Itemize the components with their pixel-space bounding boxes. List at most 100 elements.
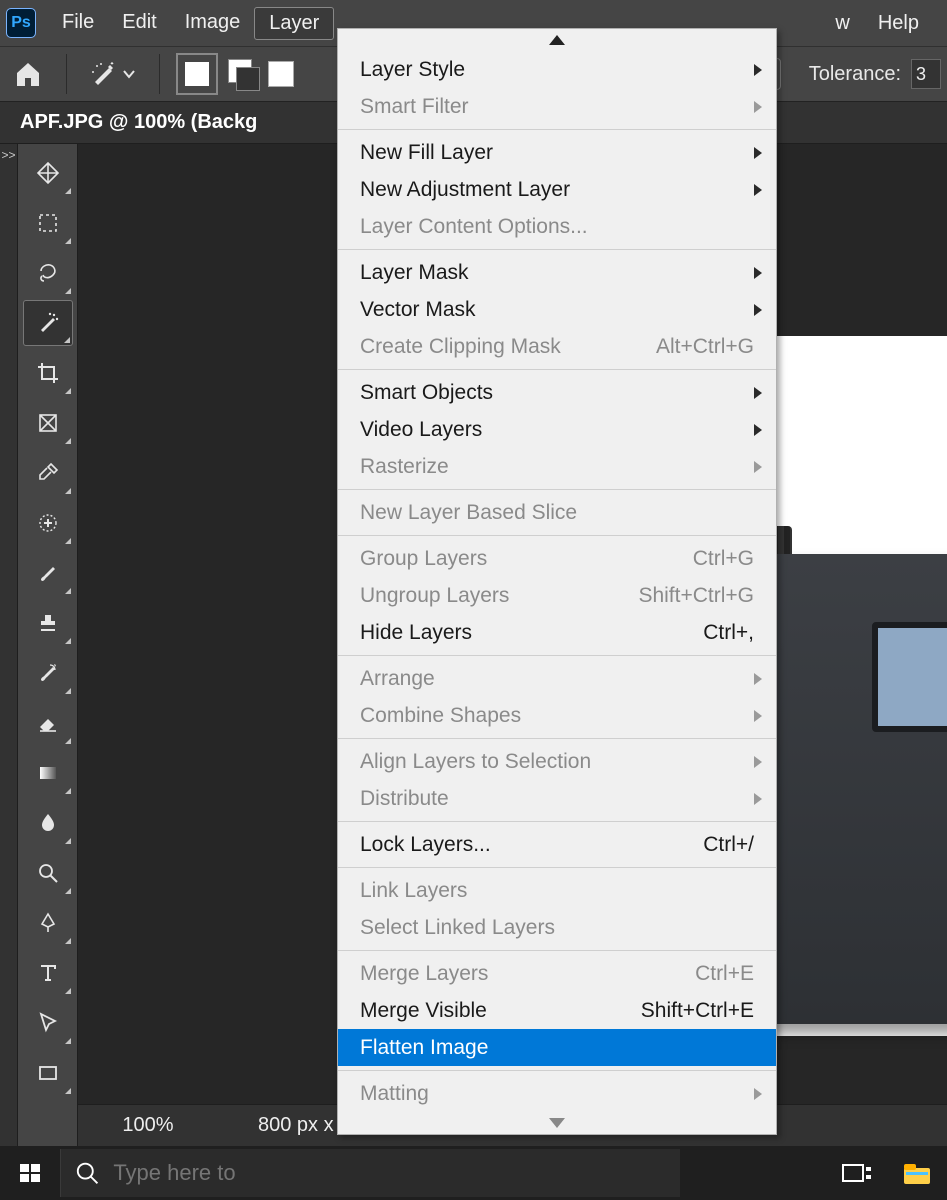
menu-item-smart-objects[interactable]: Smart Objects xyxy=(338,374,776,411)
start-button[interactable] xyxy=(0,1146,60,1200)
zoom-readout[interactable]: 100% xyxy=(78,1114,218,1137)
path-select-tool[interactable] xyxy=(23,1000,73,1046)
menu-item-layer-mask[interactable]: Layer Mask xyxy=(338,254,776,291)
menu-file[interactable]: File xyxy=(48,7,108,40)
menu-shortcut: Ctrl+E xyxy=(695,962,754,986)
menu-item-merge-visible[interactable]: Merge Visible Shift+Ctrl+E xyxy=(338,992,776,1029)
submenu-arrow-icon xyxy=(754,461,762,473)
eyedropper-tool[interactable] xyxy=(23,450,73,496)
menu-item-vector-mask[interactable]: Vector Mask xyxy=(338,291,776,328)
menu-shortcut: Ctrl+/ xyxy=(703,833,754,857)
move-tool[interactable] xyxy=(23,150,73,196)
task-view-button[interactable] xyxy=(827,1146,887,1200)
menu-image[interactable]: Image xyxy=(171,7,255,40)
menu-separator xyxy=(338,129,776,130)
crop-tool[interactable] xyxy=(23,350,73,396)
menu-item-label: Link Layers xyxy=(360,879,467,903)
expand-icon: >> xyxy=(1,148,15,162)
layer-menu-dropdown: Layer Style Smart Filter New Fill Layer New… xyxy=(337,28,777,1135)
submenu-arrow-icon xyxy=(754,756,762,768)
taskbar-search[interactable] xyxy=(60,1149,680,1197)
menu-item-label: Flatten Image xyxy=(360,1036,488,1060)
submenu-arrow-icon xyxy=(754,101,762,113)
menu-layer[interactable]: Layer xyxy=(254,7,334,40)
lasso-tool[interactable] xyxy=(23,250,73,296)
menu-item-label: Smart Objects xyxy=(360,381,493,405)
pattern-swatch[interactable] xyxy=(268,61,294,87)
menu-item-hide-layers[interactable]: Hide Layers Ctrl+, xyxy=(338,614,776,651)
menu-separator xyxy=(338,867,776,868)
menu-separator xyxy=(338,821,776,822)
type-tool[interactable] xyxy=(23,950,73,996)
submenu-arrow-icon xyxy=(754,424,762,436)
separator xyxy=(66,54,67,94)
menu-w[interactable]: w xyxy=(821,8,863,39)
menu-item-label: Hide Layers xyxy=(360,621,472,645)
menu-item-select-linked-layers: Select Linked Layers xyxy=(338,909,776,946)
brush-tool[interactable] xyxy=(23,550,73,596)
menu-item-new-fill-layer[interactable]: New Fill Layer xyxy=(338,134,776,171)
menu-item-combine-shapes: Combine Shapes xyxy=(338,697,776,734)
menu-item-label: New Fill Layer xyxy=(360,141,493,165)
menu-help[interactable]: Help xyxy=(864,8,933,39)
menu-item-video-layers[interactable]: Video Layers xyxy=(338,411,776,448)
menu-shortcut: Shift+Ctrl+E xyxy=(641,999,754,1023)
tolerance-label: Tolerance: xyxy=(809,63,901,86)
search-input[interactable] xyxy=(113,1160,666,1186)
submenu-arrow-icon xyxy=(754,387,762,399)
menu-item-matting: Matting xyxy=(338,1075,776,1112)
healing-brush-tool[interactable] xyxy=(23,500,73,546)
menu-edit[interactable]: Edit xyxy=(108,7,170,40)
menu-scroll-down[interactable] xyxy=(338,1112,776,1134)
panel-collapse-gutter[interactable]: >> xyxy=(0,144,18,1146)
menu-item-layer-style[interactable]: Layer Style xyxy=(338,51,776,88)
menu-item-label: Layer Mask xyxy=(360,261,469,285)
menu-separator xyxy=(338,369,776,370)
gradient-tool[interactable] xyxy=(23,750,73,796)
menu-separator xyxy=(338,655,776,656)
menu-item-label: Ungroup Layers xyxy=(360,584,509,608)
magic-wand-tool[interactable] xyxy=(23,300,73,346)
submenu-arrow-icon xyxy=(754,793,762,805)
menu-item-create-clipping-mask: Create Clipping MaskAlt+Ctrl+G xyxy=(338,328,776,365)
history-brush-tool[interactable] xyxy=(23,650,73,696)
menu-item-label: Layer Style xyxy=(360,58,465,82)
menu-item-label: New Layer Based Slice xyxy=(360,501,577,525)
submenu-arrow-icon xyxy=(754,64,762,76)
home-button[interactable] xyxy=(6,54,50,94)
menu-item-flatten-image[interactable]: Flatten Image xyxy=(338,1029,776,1066)
submenu-arrow-icon xyxy=(754,304,762,316)
menu-scroll-up[interactable] xyxy=(338,29,776,51)
submenu-arrow-icon xyxy=(754,147,762,159)
menu-item-label: Distribute xyxy=(360,787,449,811)
menu-separator xyxy=(338,1070,776,1071)
menu-item-label: Merge Layers xyxy=(360,962,488,986)
marquee-tool[interactable] xyxy=(23,200,73,246)
menu-item-group-layers: Group LayersCtrl+G xyxy=(338,540,776,577)
pen-tool[interactable] xyxy=(23,900,73,946)
rectangle-tool[interactable] xyxy=(23,1050,73,1096)
dodge-tool[interactable] xyxy=(23,850,73,896)
menu-item-lock-layers[interactable]: Lock Layers... Ctrl+/ xyxy=(338,826,776,863)
menu-shortcut: Ctrl+, xyxy=(703,621,754,645)
menu-item-distribute: Distribute xyxy=(338,780,776,817)
menu-item-label: Vector Mask xyxy=(360,298,476,322)
file-explorer-icon[interactable] xyxy=(887,1146,947,1200)
menu-separator xyxy=(338,950,776,951)
document-tab[interactable]: APF.JPG @ 100% (Backg xyxy=(20,111,257,134)
submenu-arrow-icon xyxy=(754,184,762,196)
menu-item-smart-filter: Smart Filter xyxy=(338,88,776,125)
swap-swatch-icon[interactable] xyxy=(228,59,258,89)
menu-item-label: Lock Layers... xyxy=(360,833,491,857)
tolerance-input[interactable] xyxy=(911,59,941,89)
fill-mode-swatch[interactable] xyxy=(176,53,218,95)
blur-tool[interactable] xyxy=(23,800,73,846)
menu-item-layer-content-options: Layer Content Options... xyxy=(338,208,776,245)
menu-item-label: Select Linked Layers xyxy=(360,916,555,940)
menu-item-label: Merge Visible xyxy=(360,999,487,1023)
frame-tool[interactable] xyxy=(23,400,73,446)
menu-item-new-adjustment-layer[interactable]: New Adjustment Layer xyxy=(338,171,776,208)
stamp-tool[interactable] xyxy=(23,600,73,646)
eraser-tool[interactable] xyxy=(23,700,73,746)
tool-preset-picker[interactable] xyxy=(83,58,143,90)
